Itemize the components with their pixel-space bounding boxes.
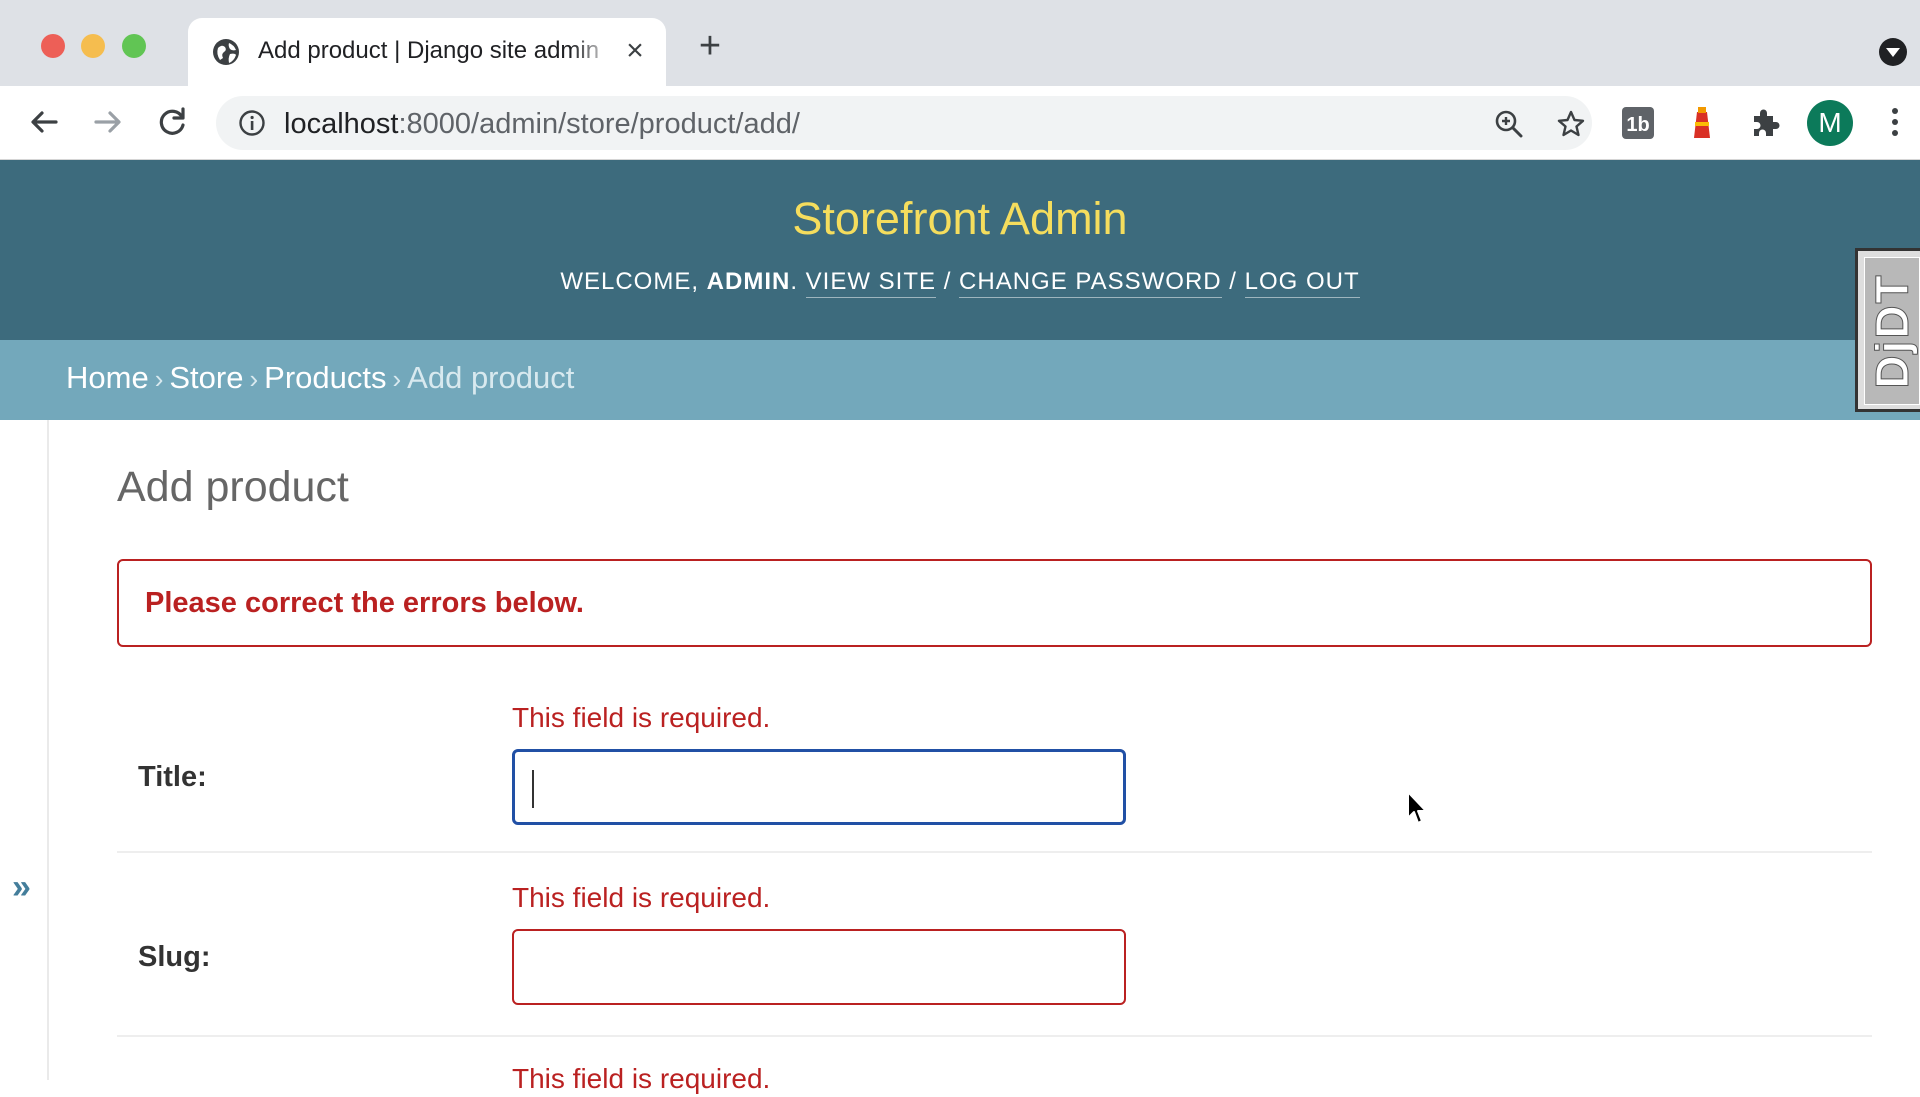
breadcrumb: Home › Store › Products › Add product xyxy=(0,340,1920,420)
log-out-link[interactable]: Log out xyxy=(1244,268,1360,298)
profile-avatar[interactable]: M xyxy=(1807,100,1853,146)
site-name[interactable]: Storefront Admin xyxy=(0,193,1920,245)
user-tools: Welcome, admin. View site / Change passw… xyxy=(0,268,1920,298)
browser-toolbar: localhost:8000/admin/store/product/add/ … xyxy=(0,86,1920,160)
breadcrumb-home[interactable]: Home xyxy=(66,360,149,395)
title-label: Title: xyxy=(138,761,207,793)
error-note-text: Please correct the errors below. xyxy=(145,587,584,619)
nav-sidebar: » xyxy=(0,420,49,1080)
slug-label: Slug: xyxy=(138,941,211,973)
sidebar-toggle-icon[interactable]: » xyxy=(12,868,31,907)
slug-input[interactable] xyxy=(512,929,1126,1005)
window-zoom-button[interactable] xyxy=(122,34,146,58)
lighthouse-extension-icon[interactable] xyxy=(1683,104,1721,142)
breadcrumb-store[interactable]: Store xyxy=(169,360,243,395)
next-field-error: This field is required. xyxy=(512,1063,771,1094)
view-site-link[interactable]: View site xyxy=(805,268,937,298)
extensions-puzzle-icon[interactable] xyxy=(1746,104,1784,142)
window-close-button[interactable] xyxy=(41,34,65,58)
tab-title: Add product | Django site admin xyxy=(258,37,600,64)
browser-menu-icon[interactable] xyxy=(1880,102,1910,142)
text-caret xyxy=(532,770,534,808)
change-password-link[interactable]: Change password xyxy=(959,268,1222,298)
window-minimize-button[interactable] xyxy=(81,34,105,58)
site-info-icon[interactable] xyxy=(238,109,266,137)
slug-error: This field is required. xyxy=(512,882,771,913)
page-title: Add product xyxy=(117,463,349,511)
username: admin xyxy=(706,268,791,295)
browser-tabstrip: Add product | Django site admin × + xyxy=(0,0,1920,86)
tab-close-icon[interactable]: × xyxy=(620,36,650,66)
breadcrumb-separator: › xyxy=(392,364,402,394)
welcome-text: Welcome, xyxy=(560,268,699,295)
extension-1b-icon[interactable]: 1b xyxy=(1619,104,1657,142)
address-bar[interactable]: localhost:8000/admin/store/product/add/ xyxy=(216,96,1592,150)
bookmark-star-icon[interactable] xyxy=(1556,109,1586,139)
breadcrumb-separator: › xyxy=(249,364,259,394)
error-note: Please correct the errors below. xyxy=(117,559,1872,647)
globe-icon xyxy=(213,39,239,65)
form-row-slug: This field is required. Slug: xyxy=(117,853,1872,1037)
title-error: This field is required. xyxy=(512,702,771,733)
url-text: localhost:8000/admin/store/product/add/ xyxy=(284,108,800,140)
title-input[interactable] xyxy=(512,749,1126,825)
form-row-next: This field is required. xyxy=(117,1037,1872,1097)
debug-toolbar-handle[interactable]: DjDT xyxy=(1855,248,1920,412)
breadcrumb-products[interactable]: Products xyxy=(264,360,386,395)
form-row-title: This field is required. Title: xyxy=(117,672,1872,853)
back-arrow-icon[interactable] xyxy=(24,102,64,142)
zoom-icon[interactable] xyxy=(1494,109,1524,139)
tab-search-button[interactable] xyxy=(1879,38,1907,66)
mouse-cursor-icon xyxy=(1407,791,1427,824)
reload-icon[interactable] xyxy=(152,102,192,142)
new-tab-button[interactable]: + xyxy=(693,27,727,65)
breadcrumb-current: Add product xyxy=(407,360,575,395)
browser-tab-active[interactable]: Add product | Django site admin × xyxy=(188,18,666,86)
svg-text:1b: 1b xyxy=(1626,114,1649,136)
breadcrumb-separator: › xyxy=(154,364,164,394)
admin-header: Storefront Admin Welcome, admin. View si… xyxy=(0,160,1920,340)
debug-toolbar-label: DjDT xyxy=(1866,273,1919,389)
forward-arrow-icon[interactable] xyxy=(88,102,128,142)
